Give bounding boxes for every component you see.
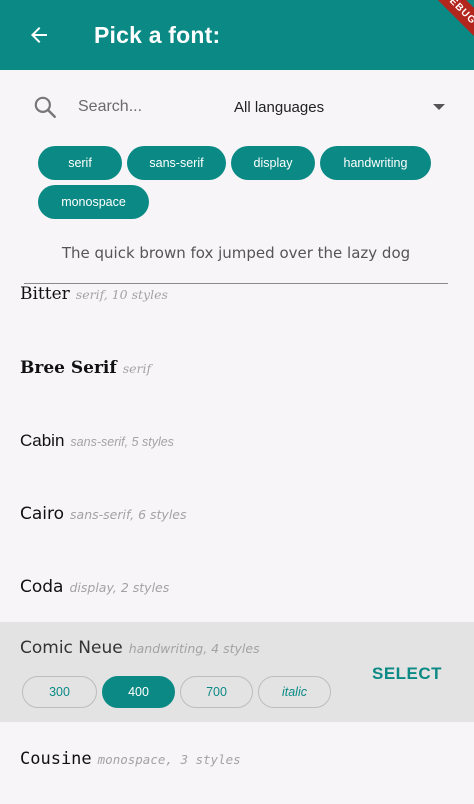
dropdown-arrow-icon bbox=[433, 104, 445, 110]
app-bar: Pick a font: DEBUG bbox=[0, 0, 474, 70]
font-row-coda[interactable]: Coda display, 2 styles bbox=[0, 566, 474, 616]
font-meta: serif, 10 styles bbox=[75, 287, 168, 302]
font-row-cairo[interactable]: Cairo sans-serif, 6 styles bbox=[0, 493, 474, 543]
chip-sans-serif[interactable]: sans-serif bbox=[127, 146, 226, 180]
language-dropdown-value: All languages bbox=[234, 98, 325, 116]
font-meta: monospace, 3 styles bbox=[97, 752, 241, 767]
page-title: Pick a font: bbox=[94, 22, 221, 48]
font-name: Coda bbox=[20, 577, 64, 597]
style-chip-italic[interactable]: italic bbox=[258, 676, 331, 708]
font-row-cabin[interactable]: Cabin sans-serif, 5 styles bbox=[0, 420, 474, 470]
font-name: Cousine bbox=[20, 749, 92, 769]
sample-text: The quick brown fox jumped over the lazy… bbox=[61, 244, 411, 262]
font-name: Cabin bbox=[20, 431, 65, 450]
chip-handwriting[interactable]: handwriting bbox=[320, 146, 431, 180]
font-name: Bitter bbox=[20, 284, 70, 304]
font-meta: serif bbox=[122, 361, 152, 376]
font-row-comic-neue[interactable]: Comic Neue handwriting, 4 styles bbox=[0, 636, 474, 666]
font-name: Comic Neue bbox=[20, 638, 123, 658]
search-icon bbox=[34, 96, 56, 118]
font-meta: handwriting, 4 styles bbox=[128, 641, 260, 656]
arrow-back-icon bbox=[31, 27, 47, 43]
chip-monospace[interactable]: monospace bbox=[38, 185, 149, 219]
chip-display[interactable]: display bbox=[231, 146, 315, 180]
style-chip-700[interactable]: 700 bbox=[180, 676, 253, 708]
search-input[interactable] bbox=[78, 98, 218, 116]
select-button[interactable]: SELECT bbox=[372, 664, 442, 684]
font-row-bree-serif[interactable]: Bree Serif serif bbox=[0, 346, 474, 396]
font-meta: sans-serif, 5 styles bbox=[70, 435, 174, 449]
font-row-bitter[interactable]: Bitter serif, 10 styles bbox=[0, 282, 474, 322]
font-row-cousine[interactable]: Cousine monospace, 3 styles bbox=[0, 740, 474, 790]
style-chip-400[interactable]: 400 bbox=[102, 676, 175, 708]
font-name: Cairo bbox=[20, 504, 65, 524]
font-name: Bree Serif bbox=[20, 358, 117, 378]
chip-serif[interactable]: serif bbox=[38, 146, 122, 180]
language-dropdown[interactable]: All languages bbox=[234, 95, 446, 119]
style-chip-300[interactable]: 300 bbox=[22, 676, 97, 708]
font-meta: display, 2 styles bbox=[69, 580, 170, 595]
debug-banner: DEBUG bbox=[423, 0, 474, 45]
back-button[interactable] bbox=[24, 20, 54, 50]
search-bar bbox=[32, 92, 222, 122]
font-meta: sans-serif, 6 styles bbox=[70, 507, 187, 522]
